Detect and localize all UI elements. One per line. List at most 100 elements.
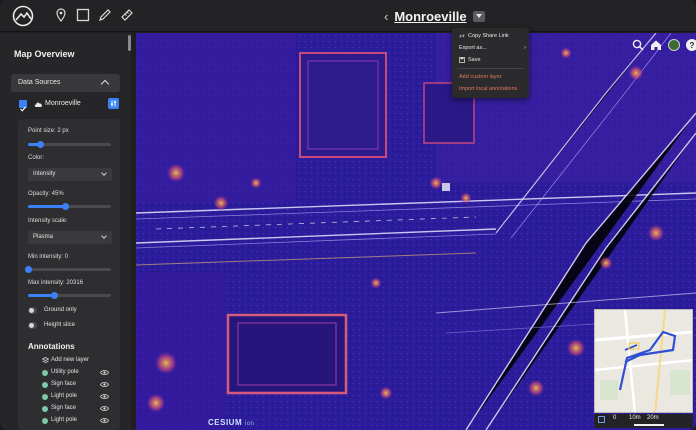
intensity-scale-label: Intensity scale: bbox=[28, 218, 68, 224]
page-title[interactable]: Monroeville bbox=[394, 9, 466, 24]
eye-icon[interactable] bbox=[100, 417, 109, 424]
attribution-sub: ion bbox=[244, 421, 255, 427]
annotation-label: Light pole bbox=[51, 393, 78, 399]
intensity-scale-select[interactable]: Plasma bbox=[28, 231, 112, 244]
minimap[interactable] bbox=[594, 309, 693, 413]
sidebar: Map Overview Data Sources Monroeville Po… bbox=[0, 33, 131, 430]
annotation-label: Light pole bbox=[51, 417, 78, 423]
map-scale-bar: 0 10m 20m bbox=[594, 414, 693, 428]
cesium-attribution[interactable]: CESIUM ion bbox=[208, 418, 254, 427]
ground-only-row: Ground only bbox=[28, 306, 112, 316]
top-bar: ‹ Monroeville bbox=[0, 0, 696, 32]
chevron-down-icon bbox=[101, 233, 107, 239]
annotation-color-icon bbox=[42, 418, 48, 424]
sidebar-scrollbar[interactable] bbox=[128, 35, 131, 51]
sliders-icon bbox=[111, 100, 116, 107]
opacity-label: Opacity: 45% bbox=[28, 191, 64, 197]
title-dropdown-button[interactable] bbox=[472, 10, 485, 22]
max-intensity-slider[interactable] bbox=[28, 292, 111, 299]
menu-item-copy-share-link[interactable]: Copy Share Link bbox=[459, 31, 509, 40]
help-button[interactable]: ? bbox=[686, 39, 696, 51]
annotation-label: Utility pole bbox=[51, 369, 79, 375]
menu-item-label: Export as... bbox=[459, 44, 487, 51]
menu-item-add-custom-layer[interactable]: Add custom layer bbox=[459, 72, 502, 81]
menu-item-import-local-annotations[interactable]: Import local annotations bbox=[459, 84, 517, 93]
pencil-icon[interactable] bbox=[98, 8, 112, 22]
menu-item-save[interactable]: Save bbox=[459, 55, 481, 64]
map-layers-icon[interactable] bbox=[598, 416, 605, 423]
link-icon bbox=[459, 33, 465, 38]
annotation-label: Sign face bbox=[51, 381, 77, 387]
menu-item-label: Save bbox=[468, 56, 481, 63]
menu-item-label: Copy Share Link bbox=[468, 32, 509, 39]
color-select-value: Intensity bbox=[33, 171, 56, 177]
point-size-slider[interactable] bbox=[28, 141, 111, 148]
chevron-down-icon bbox=[475, 14, 482, 18]
title-group: ‹ Monroeville bbox=[384, 7, 485, 25]
home-icon[interactable] bbox=[650, 39, 662, 51]
app-logo-icon[interactable] bbox=[12, 5, 34, 27]
user-avatar[interactable] bbox=[668, 39, 680, 51]
title-dropdown-menu: Copy Share Link Export as... › Save Add … bbox=[452, 28, 529, 98]
annotation-item[interactable]: Light pole bbox=[42, 416, 112, 426]
annotation-color-icon bbox=[42, 370, 48, 376]
min-intensity-slider[interactable] bbox=[25, 266, 111, 273]
annotation-item[interactable]: Light pole bbox=[42, 392, 112, 402]
sidebar-title: Map Overview bbox=[14, 49, 75, 59]
data-source-checkbox[interactable] bbox=[19, 100, 27, 112]
layers-icon bbox=[42, 357, 49, 363]
color-label: Color: bbox=[28, 155, 45, 161]
attribution-main: CESIUM bbox=[208, 418, 243, 427]
data-sources-header[interactable]: Data Sources bbox=[11, 74, 120, 92]
annotation-color-icon bbox=[42, 406, 48, 412]
ground-only-label: Ground only bbox=[44, 307, 77, 313]
add-layer-label: Add new layer bbox=[51, 357, 90, 363]
scale-label-10: 10m bbox=[629, 415, 641, 421]
ground-only-toggle[interactable] bbox=[28, 307, 37, 314]
annotation-item[interactable]: Utility pole bbox=[42, 368, 112, 378]
menu-item-export-as[interactable]: Export as... › bbox=[459, 43, 526, 52]
opacity-slider[interactable] bbox=[28, 203, 111, 210]
eye-icon[interactable] bbox=[100, 393, 109, 400]
search-icon[interactable] bbox=[632, 39, 644, 51]
annotation-color-icon bbox=[42, 382, 48, 388]
cloud-icon bbox=[34, 102, 42, 107]
map-toolbar: ? bbox=[632, 38, 696, 52]
height-slice-toggle[interactable] bbox=[28, 322, 37, 329]
save-icon bbox=[459, 56, 465, 63]
menu-item-label: Add custom layer bbox=[459, 73, 502, 80]
point-size-label: Point size: 2 px bbox=[28, 128, 69, 134]
data-source-row: Monroeville bbox=[18, 98, 121, 112]
data-sources-label: Data Sources bbox=[18, 79, 61, 86]
intensity-scale-value: Plasma bbox=[33, 234, 54, 240]
data-source-name: Monroeville bbox=[45, 100, 81, 107]
app-window: ‹ Monroeville Map Overview Data Sources … bbox=[0, 0, 696, 430]
menu-item-label: Import local annotations bbox=[459, 85, 518, 92]
eye-icon[interactable] bbox=[100, 381, 109, 388]
color-select[interactable]: Intensity bbox=[28, 168, 112, 181]
eye-icon[interactable] bbox=[100, 369, 109, 376]
eye-icon[interactable] bbox=[100, 405, 109, 412]
ruler-icon[interactable] bbox=[120, 8, 134, 22]
minimap-render bbox=[595, 310, 692, 412]
annotation-label: Sign face bbox=[51, 405, 77, 411]
square-select-icon[interactable] bbox=[76, 8, 90, 22]
annotation-color-icon bbox=[42, 394, 48, 400]
max-intensity-label: Max intensity: 20316 bbox=[28, 280, 84, 286]
scale-label-20: 20m bbox=[647, 415, 659, 421]
back-chevron-icon[interactable]: ‹ bbox=[384, 10, 388, 23]
height-slice-row: Height slice bbox=[28, 321, 112, 331]
annotation-item[interactable]: Sign face bbox=[42, 380, 112, 390]
add-layer-row[interactable]: Add new layer bbox=[42, 356, 112, 366]
scale-label-0: 0 bbox=[613, 415, 617, 421]
annotation-item[interactable]: Sign face bbox=[42, 404, 112, 414]
check-icon bbox=[20, 106, 26, 112]
menu-separator bbox=[457, 68, 524, 69]
min-intensity-label: Min intensity: 0 bbox=[28, 254, 69, 260]
chevron-up-icon bbox=[100, 79, 110, 89]
chevron-down-icon bbox=[101, 170, 107, 176]
scale-bar-line bbox=[634, 424, 664, 426]
data-source-settings-button[interactable] bbox=[108, 98, 119, 109]
pin-icon[interactable] bbox=[54, 8, 68, 22]
annotations-title: Annotations bbox=[28, 342, 75, 351]
